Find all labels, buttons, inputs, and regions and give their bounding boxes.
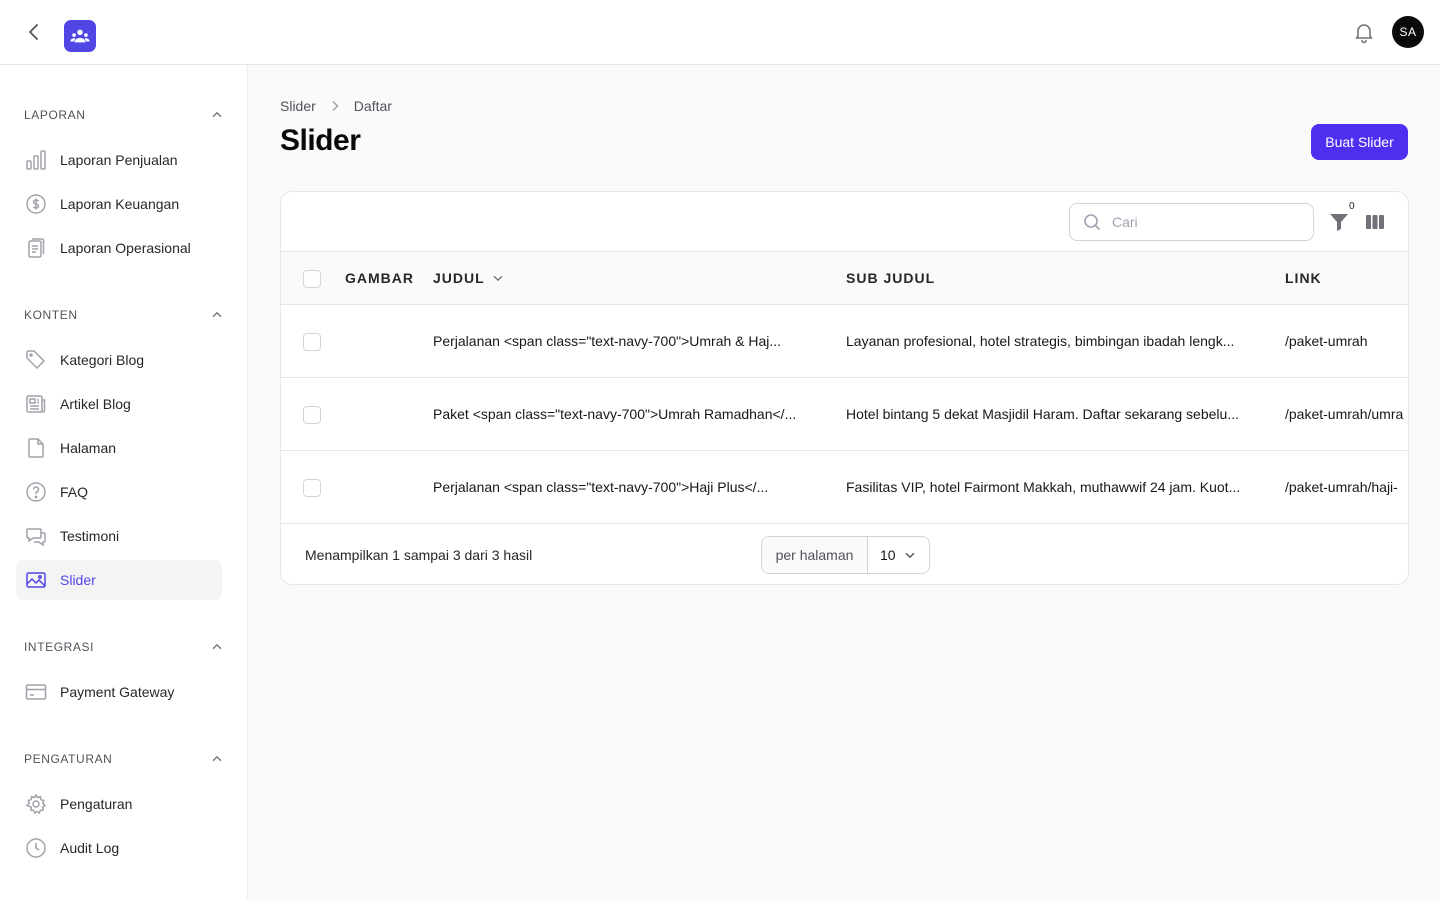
column-header-judul: JUDUL [433,270,485,286]
sidebar-item-kategori-blog[interactable]: Kategori Blog [16,340,222,380]
cell-link: /paket-umrah/haji- [1285,479,1398,495]
sidebar-item-testimoni[interactable]: Testimoni [16,516,222,556]
chevron-right-icon [332,100,339,112]
sidebar-group-label: PENGATURAN [24,752,113,766]
page-title: Slider [280,124,361,157]
sidebar-item-laporan-keuangan[interactable]: Laporan Keuangan [16,184,222,224]
sidebar-item-label: Artikel Blog [60,396,131,412]
chevron-down-icon [905,552,915,559]
clock-icon [26,838,46,858]
pagination-summary: Menampilkan 1 sampai 3 dari 3 hasil [305,547,533,563]
sidebar-group-pengaturan[interactable]: PENGATURAN [24,749,224,769]
cell-sub-judul: Hotel bintang 5 dekat Masjidil Haram. Da… [846,406,1239,422]
sidebar-item-label: Testimoni [60,528,120,544]
row-checkbox[interactable] [303,406,321,424]
sidebar-item-artikel-blog[interactable]: Artikel Blog [16,384,222,424]
table-row[interactable]: Perjalanan <span class="text-navy-700">U… [281,305,1408,378]
cell-sub-judul: Layanan profesional, hotel strategis, bi… [846,333,1235,349]
sidebar-group-laporan[interactable]: LAPORAN [24,105,224,125]
sidebar-item-laporan-penjualan[interactable]: Laporan Penjualan [16,140,222,180]
select-all-checkbox[interactable] [303,270,321,288]
sidebar-item-label: Laporan Operasional [60,240,191,256]
back-arrow-icon[interactable] [22,20,46,44]
cell-judul: Perjalanan <span class="text-navy-700">H… [433,479,769,495]
top-bar: SA [0,0,1440,65]
cell-sub-judul: Fasilitas VIP, hotel Fairmont Makkah, mu… [846,479,1241,495]
cog-icon [25,793,47,815]
sidebar-item-pengaturan[interactable]: Pengaturan [16,784,222,824]
sidebar-item-label: Audit Log [60,840,120,856]
photo-icon [26,572,46,588]
sidebar-item-label: Halaman [60,440,117,456]
cell-link: /paket-umrah/umra [1285,406,1404,422]
sidebar-group-label: LAPORAN [24,108,86,122]
column-header-judul-sortable[interactable]: JUDUL [433,270,505,286]
sidebar-item-label: Kategori Blog [60,352,145,368]
per-page-control: per halaman 10 [761,536,930,574]
row-checkbox[interactable] [303,333,321,351]
sidebar-item-label: Payment Gateway [60,684,175,700]
column-header-link: LINK [1285,270,1322,286]
per-page-value: 10 [880,547,896,563]
row-checkbox[interactable] [303,479,321,497]
sidebar-item-halaman[interactable]: Halaman [16,428,222,468]
slider-table: 0 GAMBAR JUDUL SUB JUDUL LINK Perjalanan… [280,191,1409,585]
per-page-label: per halaman [762,537,868,573]
chevron-up-icon [212,311,222,318]
sidebar-item-audit-log[interactable]: Audit Log [16,828,222,868]
cell-link: /paket-umrah [1285,333,1368,349]
sidebar-item-label: Slider [60,572,96,588]
search-input[interactable] [1112,214,1302,230]
table-toolbar: 0 [281,192,1408,252]
columns-toggle-icon[interactable] [1364,211,1386,233]
chevron-up-icon [212,643,222,650]
sidebar-group-konten[interactable]: KONTEN [24,305,224,325]
sidebar-item-label: Laporan Keuangan [60,196,180,212]
notifications-bell-icon[interactable] [1352,20,1376,44]
filter-icon[interactable] [1328,211,1350,233]
sidebar-item-laporan-operasional[interactable]: Laporan Operasional [16,228,222,268]
tag-icon [26,350,46,370]
sidebar-group-integrasi[interactable]: INTEGRASI [24,637,224,657]
sidebar-group-label: INTEGRASI [24,640,95,654]
sidebar-group-label: KONTEN [24,308,78,322]
sidebar-item-faq[interactable]: FAQ [16,472,222,512]
app-logo[interactable] [64,20,96,52]
table-row[interactable]: Perjalanan <span class="text-navy-700">H… [281,451,1408,524]
newspaper-icon [26,395,46,413]
filter-count-badge: 0 [1347,201,1357,212]
user-avatar[interactable]: SA [1392,16,1424,48]
breadcrumb: Slider Daftar [280,96,392,116]
breadcrumb-current: Daftar [353,98,392,114]
table-row[interactable]: Paket <span class="text-navy-700">Umrah … [281,378,1408,451]
search-field [1069,203,1314,241]
column-header-gambar: GAMBAR [345,270,414,286]
sidebar-item-label: Laporan Penjualan [60,152,178,168]
create-slider-button[interactable]: Buat Slider [1311,124,1408,160]
table-footer: Menampilkan 1 sampai 3 dari 3 hasil per … [281,524,1408,584]
currency-dollar-icon [26,194,46,214]
table-header: GAMBAR JUDUL SUB JUDUL LINK [281,252,1408,305]
chat-bubbles-icon [26,528,46,547]
column-header-sub-judul: SUB JUDUL [846,270,936,286]
document-icon [28,438,44,458]
sidebar: LAPORAN Laporan Penjualan Laporan Keuang… [0,65,248,900]
cell-judul: Paket <span class="text-navy-700">Umrah … [433,406,797,422]
search-icon [1084,214,1101,231]
credit-card-icon [25,684,47,700]
sidebar-item-label: FAQ [60,484,89,500]
question-circle-icon [26,482,46,502]
sidebar-item-payment-gateway[interactable]: Payment Gateway [16,672,222,712]
chevron-down-icon [493,275,503,282]
sidebar-item-slider[interactable]: Slider [16,560,222,600]
breadcrumb-parent-link[interactable]: Slider [280,98,316,114]
chevron-up-icon [212,111,222,118]
chevron-up-icon [212,755,222,762]
sidebar-item-label: Pengaturan [60,796,133,812]
per-page-select[interactable]: 10 [868,537,929,573]
cell-judul: Perjalanan <span class="text-navy-700">U… [433,333,782,349]
clipboard-icon [28,238,45,258]
bar-chart-icon [26,150,46,170]
